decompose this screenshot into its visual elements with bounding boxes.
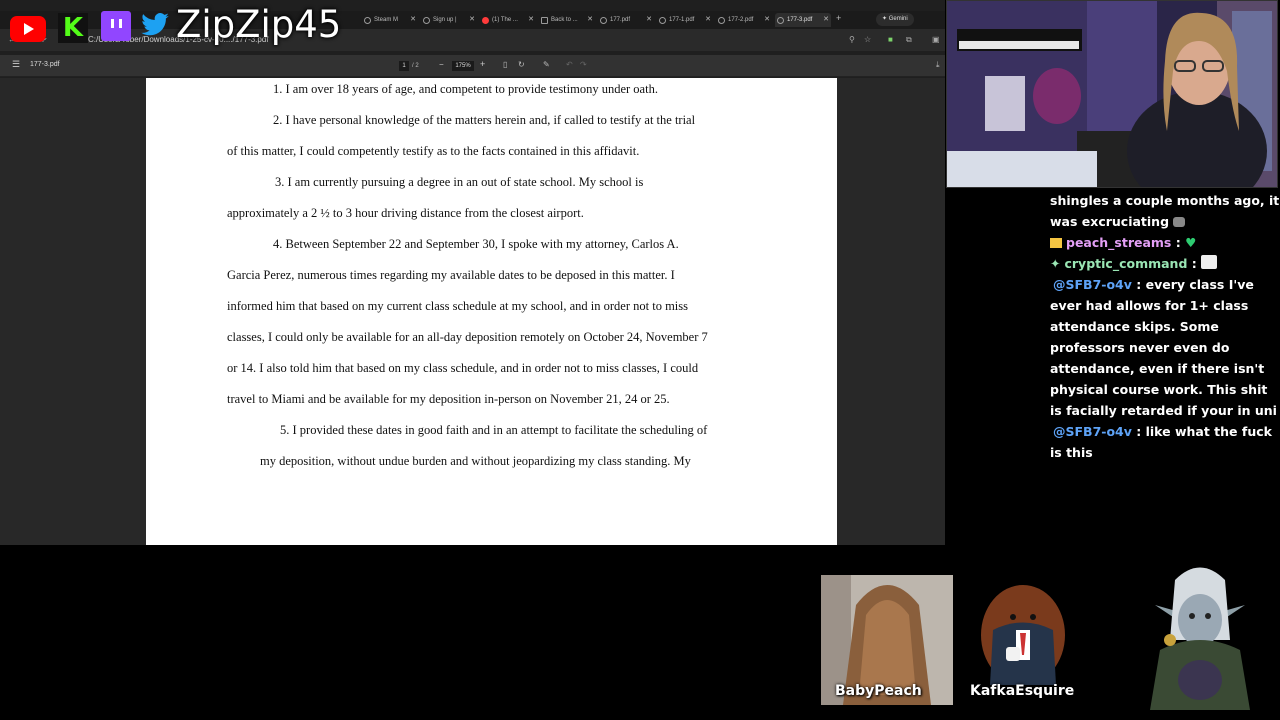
close-icon[interactable]: ✕ xyxy=(646,13,652,27)
pdf-viewer: 1. I am over 18 years of age, and compet… xyxy=(0,78,945,545)
page-total: / 2 xyxy=(412,63,419,69)
doc-line: 1. I am over 18 years of age, and compet… xyxy=(273,82,658,96)
tab-steam[interactable]: Steam M ✕ xyxy=(362,13,418,27)
close-icon[interactable]: ✕ xyxy=(587,13,593,27)
pdf-title: 177-3.pdf xyxy=(30,61,60,68)
puzzle-icon[interactable]: ⧉ xyxy=(906,34,912,46)
chat-message: shingles a couple months ago, it was exc… xyxy=(1043,190,1280,232)
crown-badge-icon xyxy=(1050,238,1062,248)
globe-icon xyxy=(659,17,666,24)
tab-177-1-pdf[interactable]: 177-1.pdf ✕ xyxy=(657,13,713,27)
fit-page-icon[interactable]: ▯ xyxy=(503,60,507,69)
doc-line: Garcia Perez, numerous times regarding m… xyxy=(227,268,675,282)
sidepanel-icon[interactable]: ▣ xyxy=(932,34,940,46)
steam-icon xyxy=(364,17,371,24)
cat-emote-icon xyxy=(1173,217,1186,227)
zoom-in-button[interactable]: + xyxy=(480,59,485,69)
twitch-icon xyxy=(101,11,131,41)
chat-username[interactable]: peach_streams xyxy=(1066,235,1171,250)
chat-message: ✦ cryptic_command : xyxy=(1043,253,1280,274)
youtube-tab-icon xyxy=(482,17,489,24)
doc-line: travel to Miami and be available for my … xyxy=(227,392,670,406)
doc-line: 2. I have personal knowledge of the matt… xyxy=(273,113,696,127)
globe-icon xyxy=(777,17,784,24)
star-icon[interactable]: ☆ xyxy=(864,34,871,46)
new-tab-button[interactable]: + xyxy=(836,13,841,23)
globe-icon xyxy=(718,17,725,24)
ghost-emote-icon xyxy=(1201,255,1218,269)
redo-icon[interactable]: ↷ xyxy=(580,60,587,69)
participant-name: KafkaEsquire xyxy=(970,683,1075,699)
chat-text: shingles a couple months ago, it was exc… xyxy=(1050,193,1280,229)
chat-username[interactable]: cryptic_command xyxy=(1064,256,1187,271)
kick-tab-icon xyxy=(541,17,548,24)
tab-back-to[interactable]: Back to ... ✕ xyxy=(539,13,595,27)
zoom-input[interactable]: 175% xyxy=(452,61,474,71)
doc-line: approximately a 2 ½ to 3 hour driving di… xyxy=(227,206,584,220)
doc-line: 5. I provided these dates in good faith … xyxy=(280,423,708,437)
kick-icon: K xyxy=(58,13,88,43)
zoom-lens-icon[interactable]: ⚲ xyxy=(849,34,855,46)
doc-line: of this matter, I could competently test… xyxy=(227,144,640,158)
doc-line: my deposition, without undue burden and … xyxy=(260,454,691,468)
gemini-button[interactable]: ✦ Gemini xyxy=(876,13,914,26)
chat-username[interactable]: @SFB7-o4v xyxy=(1050,424,1132,439)
participant-kafkaesquire: KafkaEsquire xyxy=(968,575,1078,705)
rotate-icon[interactable]: ↻ xyxy=(518,60,525,69)
social-overlay: K ZipZip45 xyxy=(0,0,341,48)
close-icon[interactable]: ✕ xyxy=(823,13,829,27)
undo-icon[interactable]: ↶ xyxy=(566,60,573,69)
webcam-feed xyxy=(946,0,1278,188)
tab-177-2-pdf[interactable]: 177-2.pdf ✕ xyxy=(716,13,772,27)
tab-signup[interactable]: Sign up | ✕ xyxy=(421,13,477,27)
doc-line: or 14. I also told him that based on my … xyxy=(227,361,699,375)
download-icon[interactable]: ⤓ xyxy=(936,60,940,70)
sparkle-badge-icon: ✦ xyxy=(1050,256,1061,271)
tab-youtube[interactable]: (1) The ... ✕ xyxy=(480,13,536,27)
close-icon[interactable]: ✕ xyxy=(410,13,416,27)
chat-message: @SFB7-o4v : like what the fuck is this xyxy=(1050,424,1272,460)
heart-icon: ♥ xyxy=(1185,235,1197,250)
tab-177-pdf[interactable]: 177.pdf ✕ xyxy=(598,13,654,27)
zoom-out-button[interactable]: − xyxy=(439,60,444,69)
pdf-toolbar: ☰ 177-3.pdf 1 / 2 − 175% + ▯ ↻ ✎ ↶ ↷ ⤓ xyxy=(0,55,945,77)
stream-layout: Steam M ✕ Sign up | ✕ (1) The ... ✕ Back to… xyxy=(0,0,1280,720)
tab-177-3-pdf[interactable]: 177-3.pdf ✕ xyxy=(775,13,831,27)
close-icon[interactable]: ✕ xyxy=(469,13,475,27)
twitter-icon xyxy=(138,10,172,42)
participant-name: BabyPeach xyxy=(835,683,922,699)
close-icon[interactable]: ✕ xyxy=(764,13,770,27)
doc-line: informed him that based on my current cl… xyxy=(227,299,689,313)
chat-message: peach_streams : ♥ xyxy=(1043,232,1280,253)
close-icon[interactable]: ✕ xyxy=(528,13,534,27)
browser-window: Steam M ✕ Sign up | ✕ (1) The ... ✕ Back to… xyxy=(0,0,945,545)
tiktok-icon xyxy=(423,17,430,24)
page-number-input[interactable]: 1 xyxy=(399,61,409,71)
close-icon[interactable]: ✕ xyxy=(705,13,711,27)
extension-icon[interactable]: ■ xyxy=(888,34,893,46)
participant-babypeach: BabyPeach xyxy=(821,575,953,705)
doc-line: classes, I could only be available for a… xyxy=(227,330,708,344)
youtube-icon xyxy=(10,16,46,42)
chat-panel: shingles a couple months ago, it was exc… xyxy=(1043,190,1280,480)
globe-icon xyxy=(600,17,607,24)
streamer-handle: ZipZip45 xyxy=(176,3,342,46)
doc-line: 3. I am currently pursuing a degree in a… xyxy=(275,175,644,189)
participant-elf-avatar xyxy=(1135,560,1265,710)
doc-line: 4. Between September 22 and September 30… xyxy=(273,237,679,251)
draw-icon[interactable]: ✎ xyxy=(543,60,550,69)
chat-username[interactable]: @SFB7-o4v xyxy=(1050,277,1132,292)
chat-message: @SFB7-o4v : every class I've ever had al… xyxy=(1050,277,1277,418)
pdf-page: 1. I am over 18 years of age, and compet… xyxy=(146,78,837,545)
menu-icon[interactable]: ☰ xyxy=(12,59,20,70)
